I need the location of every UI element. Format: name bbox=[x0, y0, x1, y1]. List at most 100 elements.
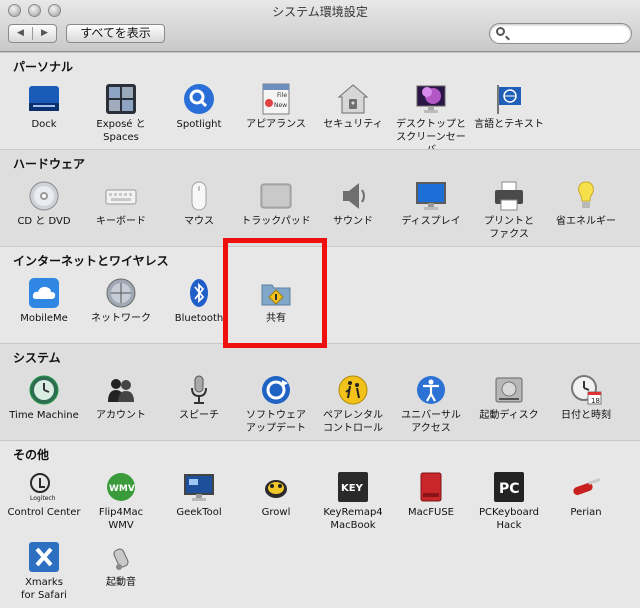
pref-xmarks[interactable]: Xmarks for Safari bbox=[6, 541, 82, 602]
section-other: その他 Logitech Control Center WMV Flip4Mac… bbox=[0, 440, 640, 608]
appearance-icon: File New bbox=[260, 83, 292, 115]
desktop-icon bbox=[415, 83, 447, 115]
pref-language[interactable]: 言語とテキスト bbox=[471, 83, 547, 131]
pref-print-fax[interactable]: プリントと ファクス bbox=[471, 180, 547, 241]
pref-startup-sound[interactable]: 起動音 bbox=[83, 541, 159, 589]
search-icon bbox=[496, 27, 505, 36]
pref-label: ペアレンタル コントロール bbox=[323, 410, 383, 434]
pref-growl[interactable]: Growl bbox=[238, 471, 314, 519]
pref-display[interactable]: ディスプレイ bbox=[393, 180, 469, 228]
wmv-icon: WMV bbox=[105, 471, 137, 503]
section-title: パーソナル bbox=[13, 60, 74, 74]
pref-energy-saver[interactable]: 省エネルギー bbox=[548, 180, 624, 228]
pref-cd-dvd[interactable]: CD と DVD bbox=[6, 180, 82, 228]
pref-startup-disk[interactable]: 起動ディスク bbox=[471, 374, 547, 422]
pref-label: 日付と時刻 bbox=[561, 410, 611, 421]
pref-mobileme[interactable]: MobileMe bbox=[6, 277, 82, 325]
forward-button[interactable]: ▶ bbox=[33, 25, 56, 42]
xmarks-icon bbox=[28, 541, 60, 573]
pref-label: MacFUSE bbox=[408, 507, 454, 518]
knife-icon bbox=[570, 471, 602, 503]
pref-geektool[interactable]: GeekTool bbox=[161, 471, 237, 519]
pref-label: ディスプレイ bbox=[401, 216, 461, 227]
pref-desktop[interactable]: デスクトップと スクリーンセーバ bbox=[393, 83, 469, 157]
show-all-button[interactable]: すべてを表示 bbox=[66, 24, 165, 43]
pref-label: Exposé と Spaces bbox=[96, 119, 146, 143]
pref-keyremap4macbook[interactable]: KEY KeyRemap4 MacBook bbox=[315, 471, 391, 532]
pref-flip4mac[interactable]: WMV Flip4Mac WMV bbox=[83, 471, 159, 532]
dock-icon bbox=[28, 83, 60, 115]
logitech-icon: Logitech bbox=[28, 471, 60, 503]
pref-trackpad[interactable]: トラックパッド bbox=[238, 180, 314, 228]
pref-label: 省エネルギー bbox=[556, 216, 616, 227]
macfuse-icon bbox=[415, 471, 447, 503]
growl-icon bbox=[260, 471, 292, 503]
pref-control-center[interactable]: Logitech Control Center bbox=[6, 471, 82, 519]
pref-expose[interactable]: Exposé と Spaces bbox=[83, 83, 159, 144]
disk-icon bbox=[493, 374, 525, 406]
pref-universal-access[interactable]: ユニバーサル アクセス bbox=[393, 374, 469, 435]
pref-label: Growl bbox=[261, 507, 291, 518]
cloud-icon bbox=[28, 277, 60, 309]
geektool-icon bbox=[183, 471, 215, 503]
pref-label: 言語とテキスト bbox=[474, 119, 544, 130]
pref-speech[interactable]: スピーチ bbox=[161, 374, 237, 422]
pref-label: KeyRemap4 MacBook bbox=[323, 507, 383, 531]
microphone-icon bbox=[183, 374, 215, 406]
pref-sound[interactable]: サウンド bbox=[315, 180, 391, 228]
pref-label: プリントと ファクス bbox=[484, 216, 534, 240]
pref-time-machine[interactable]: Time Machine bbox=[6, 374, 82, 422]
system-preferences-window: システム環境設定 ◀ ▶ すべてを表示 パーソナル Dock Exposé と … bbox=[0, 0, 640, 608]
pref-label: MobileMe bbox=[20, 313, 68, 324]
pref-macfuse[interactable]: MacFUSE bbox=[393, 471, 469, 519]
expose-icon bbox=[105, 83, 137, 115]
pref-label: ネットワーク bbox=[91, 313, 151, 324]
wmv-text: WMV bbox=[109, 484, 135, 494]
section-title: システム bbox=[13, 351, 61, 365]
title-bar: システム環境設定 ◀ ▶ すべてを表示 bbox=[0, 0, 640, 52]
parental-icon bbox=[337, 374, 369, 406]
pref-label: スピーチ bbox=[179, 410, 219, 421]
printer-icon bbox=[493, 180, 525, 212]
pref-label: マウス bbox=[184, 216, 214, 227]
pref-parental-controls[interactable]: ペアレンタル コントロール bbox=[315, 374, 391, 435]
pref-dock[interactable]: Dock bbox=[6, 83, 82, 131]
accounts-icon bbox=[105, 374, 137, 406]
pc-icon: PC bbox=[493, 471, 525, 503]
spotlight-icon bbox=[183, 83, 215, 115]
time-machine-icon bbox=[28, 374, 60, 406]
pref-label: 起動音 bbox=[106, 577, 136, 588]
pref-software-update[interactable]: ソフトウェア アップデート bbox=[238, 374, 314, 435]
pref-pckeyboardhack[interactable]: PC PCKeyboard Hack bbox=[471, 471, 547, 532]
pref-accounts[interactable]: アカウント bbox=[83, 374, 159, 422]
section-hardware: ハードウェア CD と DVD キーボード マウス トラックパッド サウンド デ… bbox=[0, 149, 640, 246]
pref-date-time[interactable]: 18 日付と時刻 bbox=[548, 374, 624, 422]
pref-label: サウンド bbox=[333, 216, 373, 227]
pref-perian[interactable]: Perian bbox=[548, 471, 624, 519]
window-title: システム環境設定 bbox=[272, 5, 368, 19]
pref-appearance[interactable]: File New アピアランス bbox=[238, 83, 314, 131]
pref-label: セキュリティ bbox=[323, 119, 383, 130]
search-input[interactable] bbox=[509, 25, 628, 43]
pref-label: ソフトウェア アップデート bbox=[246, 410, 306, 434]
pref-network[interactable]: ネットワーク bbox=[83, 277, 159, 325]
pref-security[interactable]: セキュリティ bbox=[315, 83, 391, 131]
search-field[interactable] bbox=[489, 23, 632, 44]
pref-mouse[interactable]: マウス bbox=[161, 180, 237, 228]
section-title: インターネットとワイヤレス bbox=[13, 254, 169, 268]
new-menu-text: New bbox=[274, 102, 287, 109]
calendar-day-text: 18 bbox=[591, 397, 600, 405]
pref-label: PCKeyboard Hack bbox=[478, 507, 540, 531]
mouse-icon bbox=[183, 180, 215, 212]
navigation-control: ◀ ▶ bbox=[8, 24, 57, 43]
pref-label: アカウント bbox=[96, 410, 146, 421]
pref-keyboard[interactable]: キーボード bbox=[83, 180, 159, 228]
bulb-icon bbox=[570, 180, 602, 212]
pref-spotlight[interactable]: Spotlight bbox=[161, 83, 237, 131]
software-update-icon bbox=[260, 374, 292, 406]
section-personal: パーソナル Dock Exposé と Spaces Spotlight Fil… bbox=[0, 52, 640, 156]
back-button[interactable]: ◀ bbox=[9, 25, 32, 42]
pref-label: Flip4Mac WMV bbox=[98, 507, 144, 531]
pref-label: トラックパッド bbox=[241, 216, 311, 227]
pref-label: Control Center bbox=[7, 507, 81, 518]
